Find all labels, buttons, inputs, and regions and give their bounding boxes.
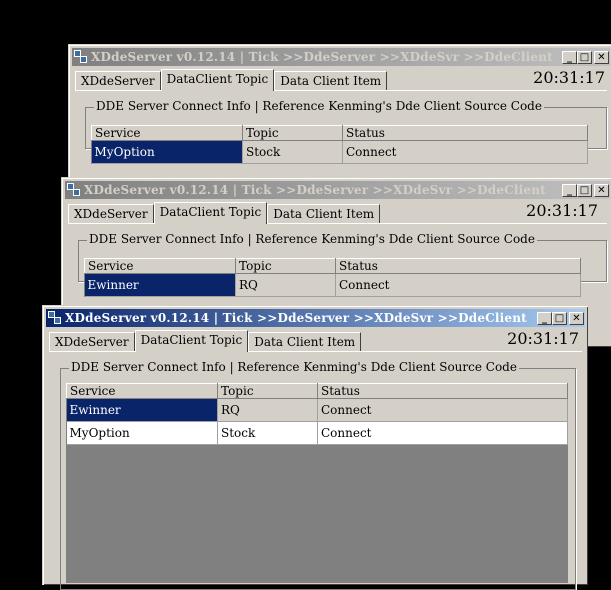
tab-divider [68,223,607,224]
window-title: XDdeServer v0.12.14 | Tick >>DdeServer >… [91,50,553,64]
column-header-service[interactable]: Service [91,125,243,141]
minimize-button[interactable]: _ [562,50,577,64]
window-title: XDdeServer v0.12.14 | Tick >>DdeServer >… [84,183,546,197]
tab-divider [75,90,607,91]
table-row[interactable]: Ewinner RQ Connect [66,398,568,422]
close-button[interactable]: ✕ [569,311,584,325]
tab-xddeserver[interactable]: XDdeServer [75,71,161,91]
app-icon [48,311,62,325]
group-label: DDE Server Connect Info | Reference Kenm… [94,99,544,113]
title-bar[interactable]: XDdeServer v0.12.14 | Tick >>DdeServer >… [72,48,610,66]
cell-topic[interactable]: Stock [242,140,343,164]
app-icon [67,183,81,197]
tab-dataclient-topic[interactable]: DataClient Topic [160,69,275,91]
group-label: DDE Server Connect Info | Reference Kenm… [69,360,519,374]
column-header-status[interactable]: Status [342,125,588,141]
clock: 20:31:17 [533,68,605,87]
cell-topic[interactable]: RQ [235,273,336,297]
cell-status[interactable]: Connect [317,398,568,422]
close-button[interactable]: ✕ [594,183,609,197]
connection-grid[interactable]: Service Topic Status Ewinner RQ Connect … [66,383,568,583]
title-bar[interactable]: XDdeServer v0.12.14 | Tick >>DdeServer >… [46,309,585,327]
column-header-status[interactable]: Status [317,383,568,399]
column-header-topic[interactable]: Topic [217,383,318,399]
connection-grid[interactable]: Service Topic Status MyOption Stock Conn… [91,125,588,164]
connection-grid[interactable]: Service Topic Status Ewinner RQ Connect [84,258,581,297]
table-row[interactable]: MyOption Stock Connect [66,421,568,445]
minimize-button[interactable]: _ [537,311,552,325]
clock: 20:31:17 [507,329,579,348]
tab-xddeserver[interactable]: XDdeServer [49,332,135,352]
column-header-status[interactable]: Status [335,258,581,274]
maximize-button[interactable]: □ [552,311,567,325]
table-row[interactable]: Ewinner RQ Connect [84,273,581,297]
close-button[interactable]: ✕ [594,50,609,64]
cell-service[interactable]: Ewinner [66,398,218,422]
tab-data-client-item[interactable]: Data Client Item [248,332,362,352]
tab-data-client-item[interactable]: Data Client Item [274,71,388,91]
app-window-front[interactable]: XDdeServer v0.12.14 | Tick >>DdeServer >… [42,305,588,590]
table-row[interactable]: MyOption Stock Connect [91,140,588,164]
cell-topic[interactable]: Stock [217,421,318,445]
column-header-topic[interactable]: Topic [235,258,336,274]
cell-status[interactable]: Connect [317,421,568,445]
group-label: DDE Server Connect Info | Reference Kenm… [87,232,537,246]
column-header-topic[interactable]: Topic [242,125,343,141]
tab-divider [49,351,582,352]
cell-status[interactable]: Connect [335,273,581,297]
cell-service[interactable]: MyOption [66,421,218,445]
column-header-service[interactable]: Service [84,258,236,274]
maximize-button[interactable]: □ [577,183,592,197]
maximize-button[interactable]: □ [577,50,592,64]
tab-xddeserver[interactable]: XDdeServer [68,204,154,224]
cell-topic[interactable]: RQ [217,398,318,422]
clock: 20:31:17 [526,201,598,220]
cell-service[interactable]: MyOption [91,140,243,164]
tab-dataclient-topic[interactable]: DataClient Topic [153,202,268,224]
title-bar[interactable]: XDdeServer v0.12.14 | Tick >>DdeServer >… [65,181,610,199]
column-header-service[interactable]: Service [66,383,218,399]
tab-dataclient-topic[interactable]: DataClient Topic [134,330,249,352]
window-title: XDdeServer v0.12.14 | Tick >>DdeServer >… [65,311,527,325]
app-icon [74,50,88,64]
cell-status[interactable]: Connect [342,140,588,164]
minimize-button[interactable]: _ [562,183,577,197]
cell-service[interactable]: Ewinner [84,273,236,297]
tab-data-client-item[interactable]: Data Client Item [267,204,381,224]
